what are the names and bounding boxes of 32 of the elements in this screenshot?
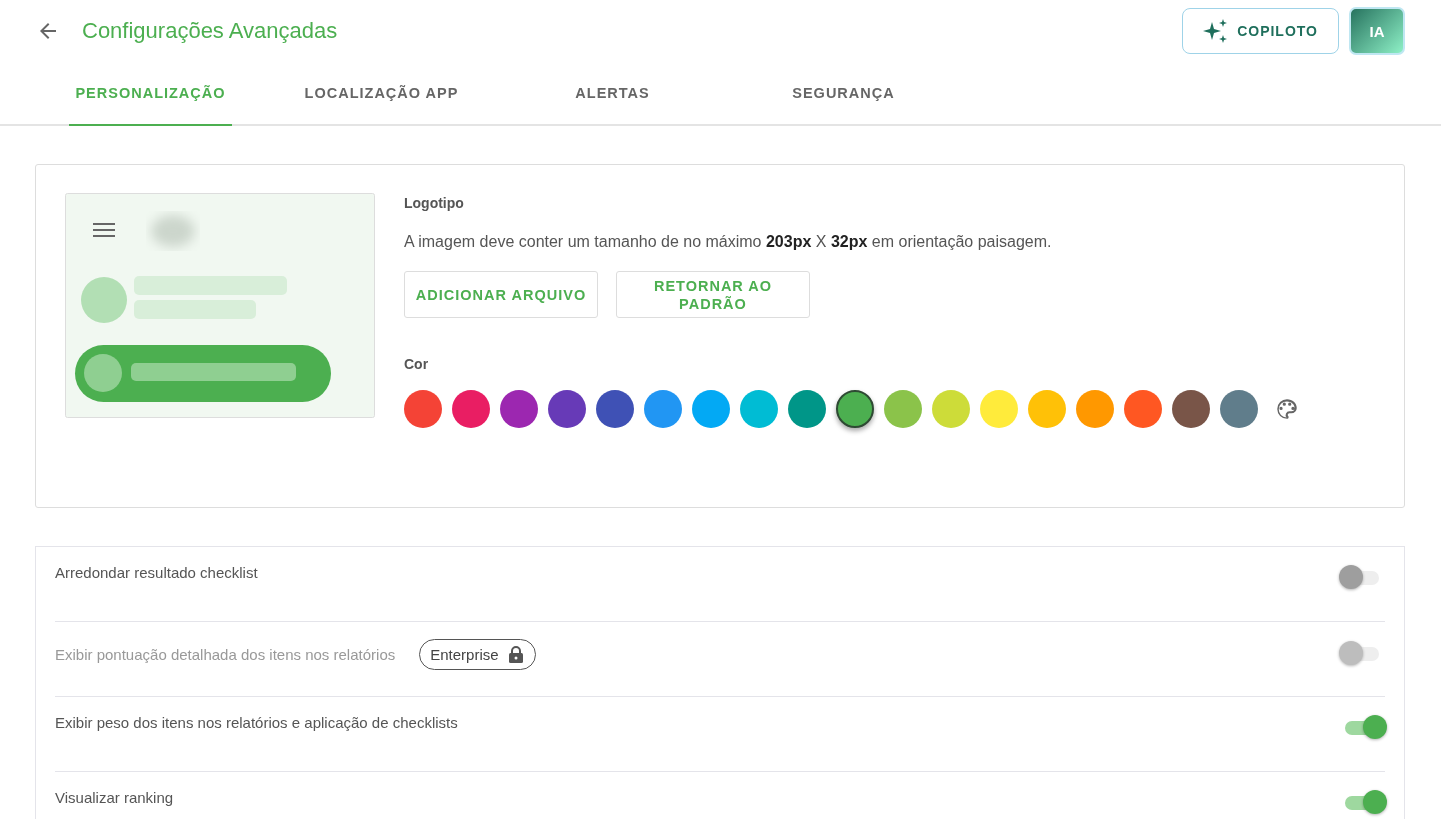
setting-label: Visualizar ranking xyxy=(55,789,175,806)
color-swatch[interactable] xyxy=(980,390,1018,428)
color-swatch[interactable] xyxy=(548,390,586,428)
logo-description: A imagem deve conter um tamanho de no máximo 203px X 32px em orientação paisagem. xyxy=(404,233,1053,251)
copilot-button[interactable]: COPILOTO xyxy=(1182,8,1339,54)
palette-icon[interactable] xyxy=(1274,396,1300,422)
page-title: Configurações Avançadas xyxy=(82,18,339,44)
tab[interactable]: SEGURANÇA xyxy=(728,62,959,124)
setting-label: Exibir peso dos itens nos relatórios e aplicação de checklists xyxy=(55,714,459,731)
color-swatch[interactable] xyxy=(596,390,634,428)
color-swatch[interactable] xyxy=(500,390,538,428)
tab[interactable]: ALERTAS xyxy=(497,62,728,124)
color-swatch[interactable] xyxy=(788,390,826,428)
logo-heading: Logotipo xyxy=(404,195,465,211)
color-swatch[interactable] xyxy=(1076,390,1114,428)
color-swatch[interactable] xyxy=(836,390,874,428)
color-swatch[interactable] xyxy=(452,390,490,428)
color-swatch[interactable] xyxy=(1172,390,1210,428)
setting-label: Exibir pontuação detalhada dos itens nos relatórios xyxy=(55,645,396,663)
color-swatch[interactable] xyxy=(404,390,442,428)
color-swatch[interactable] xyxy=(644,390,682,428)
color-swatch[interactable] xyxy=(740,390,778,428)
color-swatch[interactable] xyxy=(692,390,730,428)
tab[interactable]: LOCALIZAÇÃO APP xyxy=(266,62,497,124)
color-heading: Cor xyxy=(404,356,430,372)
color-swatch[interactable] xyxy=(1124,390,1162,428)
color-swatch[interactable] xyxy=(1028,390,1066,428)
color-swatch[interactable] xyxy=(1220,390,1258,428)
lock-icon xyxy=(508,645,523,663)
color-swatch[interactable] xyxy=(932,390,970,428)
setting-label: Arredondar resultado checklist xyxy=(55,564,259,581)
color-swatch[interactable] xyxy=(884,390,922,428)
